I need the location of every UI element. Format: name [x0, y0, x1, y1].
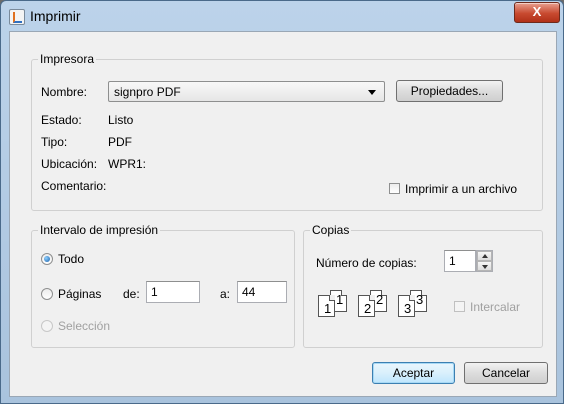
collate-checkbox[interactable] — [454, 301, 465, 312]
dialog-body: Impresora Nombre: signpro PDF Propiedade… — [9, 31, 557, 397]
print-to-file-checkbox[interactable] — [389, 183, 400, 194]
spin-up-icon[interactable] — [477, 251, 492, 261]
location-value: WPR1: — [108, 157, 147, 171]
range-pages-radio[interactable] — [41, 288, 53, 300]
collate-number: 2 — [376, 292, 384, 307]
cancel-button[interactable]: Cancelar — [464, 362, 548, 384]
collate-number: 3 — [416, 292, 424, 307]
to-page-input[interactable]: 44 — [237, 281, 287, 303]
copies-group: Copias Número de copias: 1 1 1 2 2 3 3 I… — [303, 223, 543, 348]
status-value: Listo — [108, 113, 134, 127]
spin-down-icon[interactable] — [477, 261, 492, 271]
close-button[interactable]: X — [514, 2, 560, 23]
type-value: PDF — [108, 135, 132, 149]
print-range-group-label: Intervalo de impresión — [38, 223, 161, 237]
title-bar[interactable]: Imprimir X — [1, 1, 563, 31]
print-dialog: Imprimir X Impresora Nombre: signpro PDF… — [0, 0, 564, 404]
range-selection-radio[interactable] — [41, 320, 53, 332]
printer-name-select[interactable]: signpro PDF — [108, 81, 385, 102]
printer-name-value: signpro PDF — [114, 85, 181, 99]
type-label: Tipo: — [41, 135, 68, 149]
range-all-radio[interactable] — [41, 253, 53, 265]
close-icon: X — [532, 4, 542, 19]
printer-name-label: Nombre: — [41, 85, 88, 99]
properties-button[interactable]: Propiedades... — [396, 80, 503, 102]
from-page-input[interactable]: 1 — [146, 281, 200, 303]
comment-label: Comentario: — [41, 179, 107, 193]
to-label: a: — [220, 287, 231, 301]
chevron-down-icon — [368, 90, 376, 95]
copies-count-input[interactable]: 1 — [444, 250, 476, 272]
from-label: de: — [123, 287, 140, 301]
collate-number: 3 — [404, 301, 412, 316]
collate-pages-icon-page: 3 — [398, 295, 415, 317]
printer-group-label: Impresora — [38, 52, 97, 66]
copies-group-label: Copias — [310, 223, 352, 237]
range-pages-label[interactable]: Páginas — [58, 287, 101, 301]
status-label: Estado: — [41, 113, 82, 127]
range-all-label[interactable]: Todo — [58, 252, 84, 266]
collate-number: 1 — [324, 301, 332, 316]
java-print-icon — [9, 9, 25, 25]
window-title: Imprimir — [30, 8, 81, 24]
copies-spinner[interactable] — [476, 250, 493, 272]
collate-number: 1 — [336, 292, 344, 307]
range-selection-label[interactable]: Selección — [58, 319, 110, 333]
printer-group: Impresora Nombre: signpro PDF Propiedade… — [31, 52, 543, 211]
print-range-group: Intervalo de impresión Todo Páginas de: … — [31, 223, 295, 348]
collate-label[interactable]: Intercalar — [470, 300, 520, 314]
copies-count-label: Número de copias: — [316, 256, 417, 270]
collate-number: 2 — [364, 301, 372, 316]
collate-pages-icon-page: 2 — [358, 295, 375, 317]
print-to-file-label[interactable]: Imprimir a un archivo — [405, 182, 517, 196]
accept-button[interactable]: Aceptar — [372, 362, 455, 384]
location-label: Ubicación: — [41, 157, 98, 171]
collate-pages-icon-page: 1 — [318, 295, 335, 317]
